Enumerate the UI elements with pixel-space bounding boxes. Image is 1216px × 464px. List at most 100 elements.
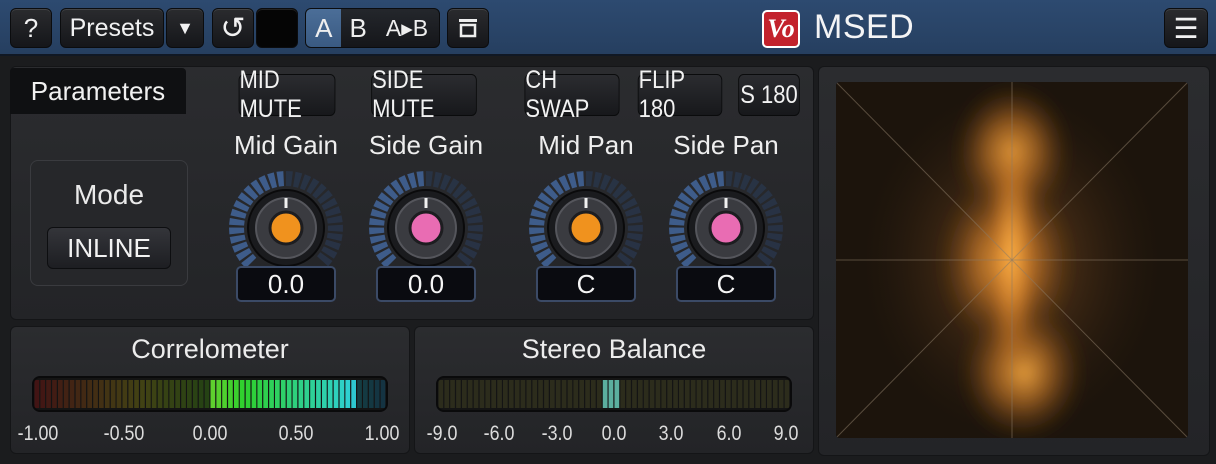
meter-bar-segment [620,380,626,408]
knob-arc-segment [229,217,245,226]
knob-arc-segment [229,227,245,235]
ab-copy-button[interactable]: A▸B [375,9,439,47]
meter-bar-segment [731,380,737,408]
meter-bar-segment [280,380,286,408]
meter-bar-segment [508,380,514,408]
knob-arc-segment [586,171,593,187]
presets-button[interactable]: Presets [60,8,164,48]
meter-bar-segment [345,380,351,408]
mode-label: Mode [73,179,145,210]
knob-arc-segment [466,232,483,242]
meter-bar-segment [87,380,92,408]
meter-bar-segment [380,380,386,408]
meter-bar-segment [75,380,81,408]
meter-bar-segment [298,380,304,408]
menu-icon[interactable]: ☰ [1164,8,1208,48]
balance-tick: 6.0 [716,422,742,445]
knob-arc-segment [767,224,783,232]
mid-gain-value[interactable]: 0.0 [236,266,336,302]
top-toolbar: ? Presets ▼ ↺ A B A▸B Vo MSED ☰ [0,0,1216,56]
knob-arc-segment [626,215,643,224]
meter-bar-segment [514,380,520,408]
meter-bar-segment [187,380,192,408]
meter-bar-segment [368,380,374,408]
knob-cap [408,210,444,246]
meter-bar-segment [357,380,362,408]
undo-icon[interactable]: ↺ [212,8,254,48]
meter-bar-segment [497,380,502,408]
mid-pan-label: Mid Pan [538,130,634,160]
knob-arc-segment [433,171,443,188]
knob-arc-segment [276,171,285,187]
meter-bar-segment [702,380,708,408]
knob-arc-segment [467,224,483,232]
meter-bar-segment [269,380,274,408]
meter-bar-segment [591,380,596,408]
meter-bar-segment [58,380,63,408]
meter-bar-segment [151,380,157,408]
mode-selector[interactable]: INLINE [47,227,171,269]
meter-bar-segment [140,380,145,408]
knob-arc-segment [626,232,643,242]
window-size-icon[interactable] [447,8,489,48]
meter-bar-segment [257,380,263,408]
knob-arc-segment [529,234,546,244]
meter-bar-segment [104,380,110,408]
side-gain-value[interactable]: 0.0 [376,266,476,302]
side-gain-label: Side Gain [368,130,484,160]
meter-bar-segment [333,380,339,408]
meter-bar-segment [767,380,772,408]
side-mute-toggle[interactable]: SIDE MUTE [371,66,477,123]
presets-dropdown-icon[interactable]: ▼ [166,8,204,48]
meter-bar-segment [573,380,579,408]
brand-logo: Vo [762,10,800,48]
help-button[interactable]: ? [10,8,52,48]
meter-bar-segment [661,380,667,408]
meter-bar-segment [479,380,485,408]
meter-bar-segment [110,380,116,408]
meter-bar-segment [743,380,749,408]
meter-bar-segment [602,380,608,408]
stereo-balance-meter [436,376,792,412]
knob-arc-segment [416,171,425,187]
meter-bar-segment [638,380,643,408]
side-pan-value[interactable]: C [676,266,776,302]
meter-bar-segment [216,380,222,408]
knob-arc-segment [286,171,293,187]
meter-bar-segment [327,380,333,408]
meter-bar-segment [778,380,784,408]
meter-bar-segment [99,380,104,408]
redo-button[interactable] [256,8,298,48]
flip180-toggle[interactable]: FLIP 180 [637,66,723,123]
meter-bar-segment [585,380,590,408]
ab-b-button[interactable]: B [341,9,375,47]
ab-a-button[interactable]: A [306,9,342,47]
knob-cap [708,210,744,246]
ch-swap-toggle[interactable]: CH SWAP [524,66,620,123]
knob-arc-segment [627,224,643,232]
knob-arc-segment [529,217,545,226]
knob-arc-segment [369,217,385,226]
correlometer-tick: 1.00 [364,422,400,445]
mid-mute-toggle[interactable]: MID MUTE [238,66,336,123]
meter-bar-segment [363,380,368,408]
meter-bar-segment [667,380,672,408]
meter-bar-segment [544,380,549,408]
meter-bar-segment [444,380,450,408]
meter-bar-segment [157,380,163,408]
mid-pan-value[interactable]: C [536,266,636,302]
correlometer-title: Correlometer [131,334,289,364]
meter-bar-segment [275,380,280,408]
vectorscope-svg [836,82,1188,438]
meter-bar-segment [245,380,251,408]
knob-arc-segment [229,234,246,244]
meter-bar-segment [626,380,631,408]
meter-bar-segment [292,380,298,408]
meter-bar-segment [772,380,778,408]
s180-toggle[interactable]: S 180 [738,74,800,116]
meter-bar-segment [286,380,292,408]
tab-parameters[interactable]: Parameters [10,68,186,114]
meter-bar-segment [720,380,725,408]
correlometer-tick: -1.00 [17,422,59,445]
meter-bar-segment [175,380,180,408]
